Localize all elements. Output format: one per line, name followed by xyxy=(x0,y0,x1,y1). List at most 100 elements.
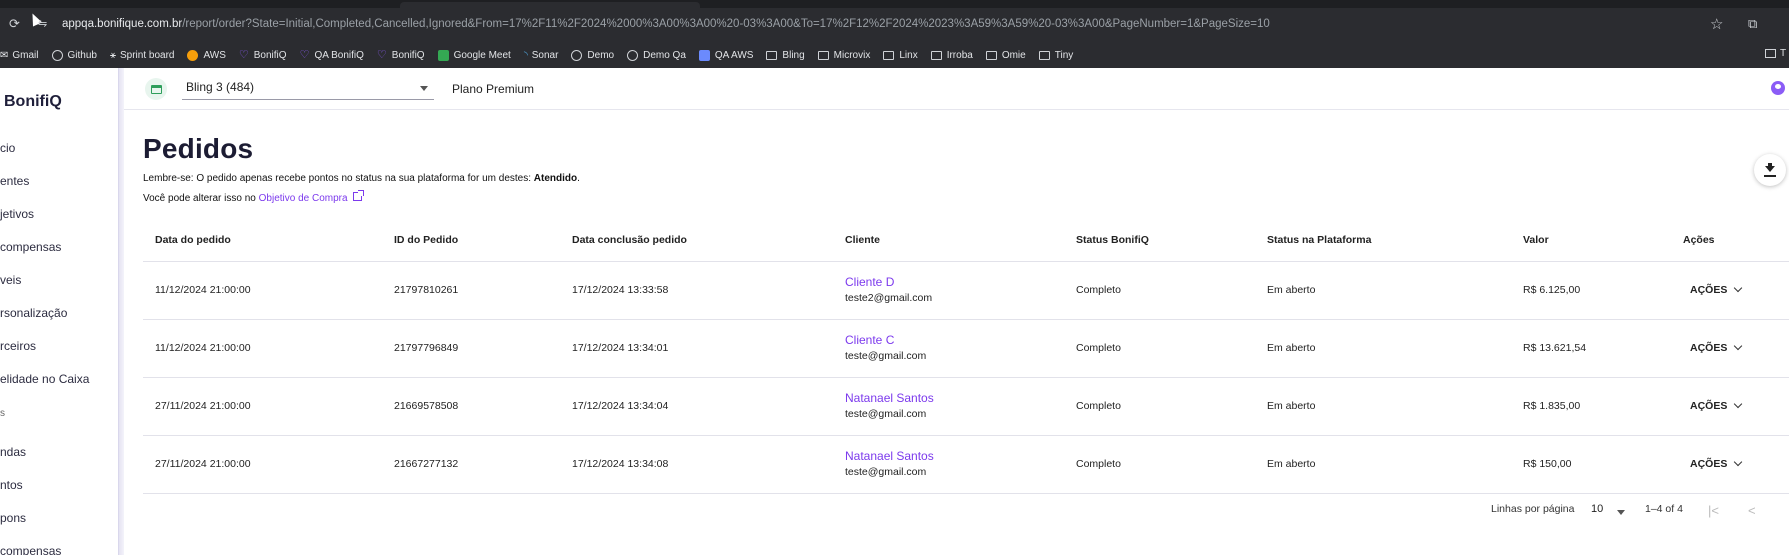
bookmarks-bar: ✉ Gmail Github ⚹ Sprint board AWS ♡ BonifiQ… xyxy=(0,42,1789,68)
first-page-icon[interactable]: |< xyxy=(1708,503,1719,518)
cell-completion-date: 17/12/2024 13:34:01 xyxy=(572,342,669,354)
sidebar-item-recompensas[interactable]: compensas xyxy=(0,240,61,254)
sidebar-item-niveis[interactable]: veis xyxy=(0,273,21,287)
previous-page-icon[interactable]: < xyxy=(1748,503,1756,518)
bookmark-folder-tiny[interactable]: Tiny xyxy=(1038,49,1074,61)
sidebar-item-personalizacao[interactable]: rsonalização xyxy=(0,306,67,320)
cell-order-date: 27/11/2024 21:00:00 xyxy=(155,400,251,412)
extensions-icon[interactable]: ⧉ xyxy=(1748,16,1757,32)
aws-icon xyxy=(698,49,710,61)
client-name-link[interactable]: Natanael Santos xyxy=(845,391,934,405)
bookmark-label: T xyxy=(1780,48,1787,59)
folder-icon xyxy=(985,50,997,60)
client-name-link[interactable]: Cliente C xyxy=(845,333,894,347)
bookmark-sprint-board[interactable]: ⚹ Sprint board xyxy=(110,50,174,61)
url-host: appqa.bonifique.com.br xyxy=(62,18,183,30)
client-name-link[interactable]: Cliente D xyxy=(845,275,894,289)
browser-tab-strip xyxy=(0,0,1789,8)
globe-icon xyxy=(571,49,583,61)
sprint-icon: ⚹ xyxy=(109,49,116,61)
folder-icon xyxy=(883,50,895,60)
globe-icon xyxy=(627,49,639,61)
bookmark-folder-bling[interactable]: Bling xyxy=(766,50,805,61)
download-arrow xyxy=(1765,166,1775,172)
actions-menu-button[interactable]: AÇÕES xyxy=(1690,341,1743,354)
sidebar-item-fidelidade-caixa[interactable]: elidade no Caixa xyxy=(0,372,89,386)
bookmark-gmail[interactable]: ✉ Gmail xyxy=(0,50,39,61)
bookmark-label: QA BonifiQ xyxy=(314,49,364,61)
download-button[interactable] xyxy=(1754,154,1786,186)
sidebar-item-vendas[interactable]: ndas xyxy=(0,445,26,459)
bookmark-github[interactable]: Github xyxy=(51,49,97,61)
bookmark-folder-irroba[interactable]: Irroba xyxy=(930,50,973,61)
bookmark-bonifiq-2[interactable]: ♡ BonifiQ xyxy=(376,48,425,61)
bookmark-label: Gmail xyxy=(12,49,39,61)
col-header-order-date[interactable]: Data do pedido xyxy=(155,234,231,246)
sidebar-item-pontos[interactable]: ntos xyxy=(0,478,23,492)
bookmark-folder-linx[interactable]: Linx xyxy=(883,50,918,61)
pagination-range: 1–4 of 4 xyxy=(1645,503,1683,515)
sidebar-item-parceiros[interactable]: rceiros xyxy=(0,339,36,353)
external-link-icon[interactable] xyxy=(352,190,364,201)
bonifiq-icon: ♡ xyxy=(299,48,310,61)
browser-address-bar[interactable]: ⟳ ⇋ appqa.bonifique.com.br/report/order?… xyxy=(0,8,1789,42)
page-title: Pedidos xyxy=(143,133,254,164)
bookmark-label: Tiny xyxy=(1054,49,1074,61)
actions-label: AÇÕES xyxy=(1690,400,1728,412)
col-header-platform-status[interactable]: Status na Plataforma xyxy=(1267,234,1371,246)
actions-menu-button[interactable]: AÇÕES xyxy=(1690,283,1743,296)
plan-label: Plano Premium xyxy=(452,82,535,96)
bookmark-label: BonifiQ xyxy=(253,49,287,61)
bookmark-folder-overflow[interactable]: T xyxy=(1765,48,1786,59)
col-header-bonifiq-status[interactable]: Status BonifiQ xyxy=(1076,234,1149,246)
bookmark-sonar[interactable]: ◝ Sonar xyxy=(524,50,559,61)
sidebar-item-clientes[interactable]: entes xyxy=(0,174,29,188)
bookmark-demo-qa[interactable]: Demo Qa xyxy=(627,49,686,61)
chevron-down-icon xyxy=(1734,399,1743,409)
cell-order-id: 21669578508 xyxy=(394,400,459,412)
bookmark-aws[interactable]: AWS xyxy=(187,49,226,61)
bookmark-label: BonifiQ xyxy=(391,49,425,61)
actions-menu-button[interactable]: AÇÕES xyxy=(1690,399,1743,412)
sidebar-item-objetivos[interactable]: jetivos xyxy=(0,207,34,221)
sidebar-item-recompensas-2[interactable]: compensas xyxy=(0,544,61,555)
col-header-value[interactable]: Valor xyxy=(1523,234,1549,246)
cell-value: R$ 6.125,00 xyxy=(1523,284,1581,296)
sidebar-item-inicio[interactable]: cio xyxy=(0,141,15,155)
sidebar-item-cupons[interactable]: pons xyxy=(0,511,26,525)
col-header-completion-date[interactable]: Data conclusão pedido xyxy=(572,234,687,246)
rows-per-page-select[interactable]: 10 xyxy=(1591,503,1603,515)
col-header-order-id[interactable]: ID do Pedido xyxy=(394,234,458,246)
bookmark-qa-aws[interactable]: QA AWS xyxy=(698,49,753,61)
client-name-link[interactable]: Natanael Santos xyxy=(845,449,934,463)
goal-note-text: Você pode alterar isso no xyxy=(143,193,259,204)
brand-logo[interactable]: BonifiQ xyxy=(4,93,62,111)
sidebar-scrollbar[interactable] xyxy=(118,68,124,555)
bookmark-label: Google Meet xyxy=(453,49,511,61)
col-header-client[interactable]: Cliente xyxy=(845,234,880,246)
bookmark-folder-omie[interactable]: Omie xyxy=(985,50,1026,61)
actions-label: AÇÕES xyxy=(1690,342,1728,354)
client-email: teste2@gmail.com xyxy=(845,292,933,304)
bookmark-google-meet[interactable]: Google Meet xyxy=(437,49,511,61)
url-text[interactable]: appqa.bonifique.com.br/report/order?Stat… xyxy=(62,18,1270,30)
store-icon xyxy=(145,78,167,100)
user-avatar-icon[interactable] xyxy=(1771,81,1785,95)
cell-completion-date: 17/12/2024 13:34:04 xyxy=(572,400,669,412)
actions-label: AÇÕES xyxy=(1690,284,1728,296)
bookmark-bonifiq[interactable]: ♡ BonifiQ xyxy=(239,49,287,61)
site-info-icon[interactable]: ⇋ xyxy=(38,17,47,30)
reload-icon[interactable]: ⟳ xyxy=(9,16,20,32)
actions-menu-button[interactable]: AÇÕES xyxy=(1690,457,1743,470)
bookmark-star-icon[interactable]: ☆ xyxy=(1710,15,1723,33)
purchase-goal-link[interactable]: Objetivo de Compra xyxy=(259,193,348,204)
bonifiq-icon: ♡ xyxy=(376,48,387,61)
chevron-down-icon[interactable] xyxy=(1617,510,1625,515)
bookmark-demo[interactable]: Demo xyxy=(571,49,614,61)
client-email: teste@gmail.com xyxy=(845,350,927,362)
bookmark-qa-bonifiq[interactable]: ♡ QA BonifiQ xyxy=(299,48,364,61)
cell-bonifiq-status: Completo xyxy=(1076,284,1121,296)
bookmark-folder-microvix[interactable]: Microvix xyxy=(817,50,870,61)
store-select[interactable]: Bling 3 (484) xyxy=(182,76,434,100)
sidebar: BonifiQ cio entes jetivos compensas veis… xyxy=(0,68,118,555)
